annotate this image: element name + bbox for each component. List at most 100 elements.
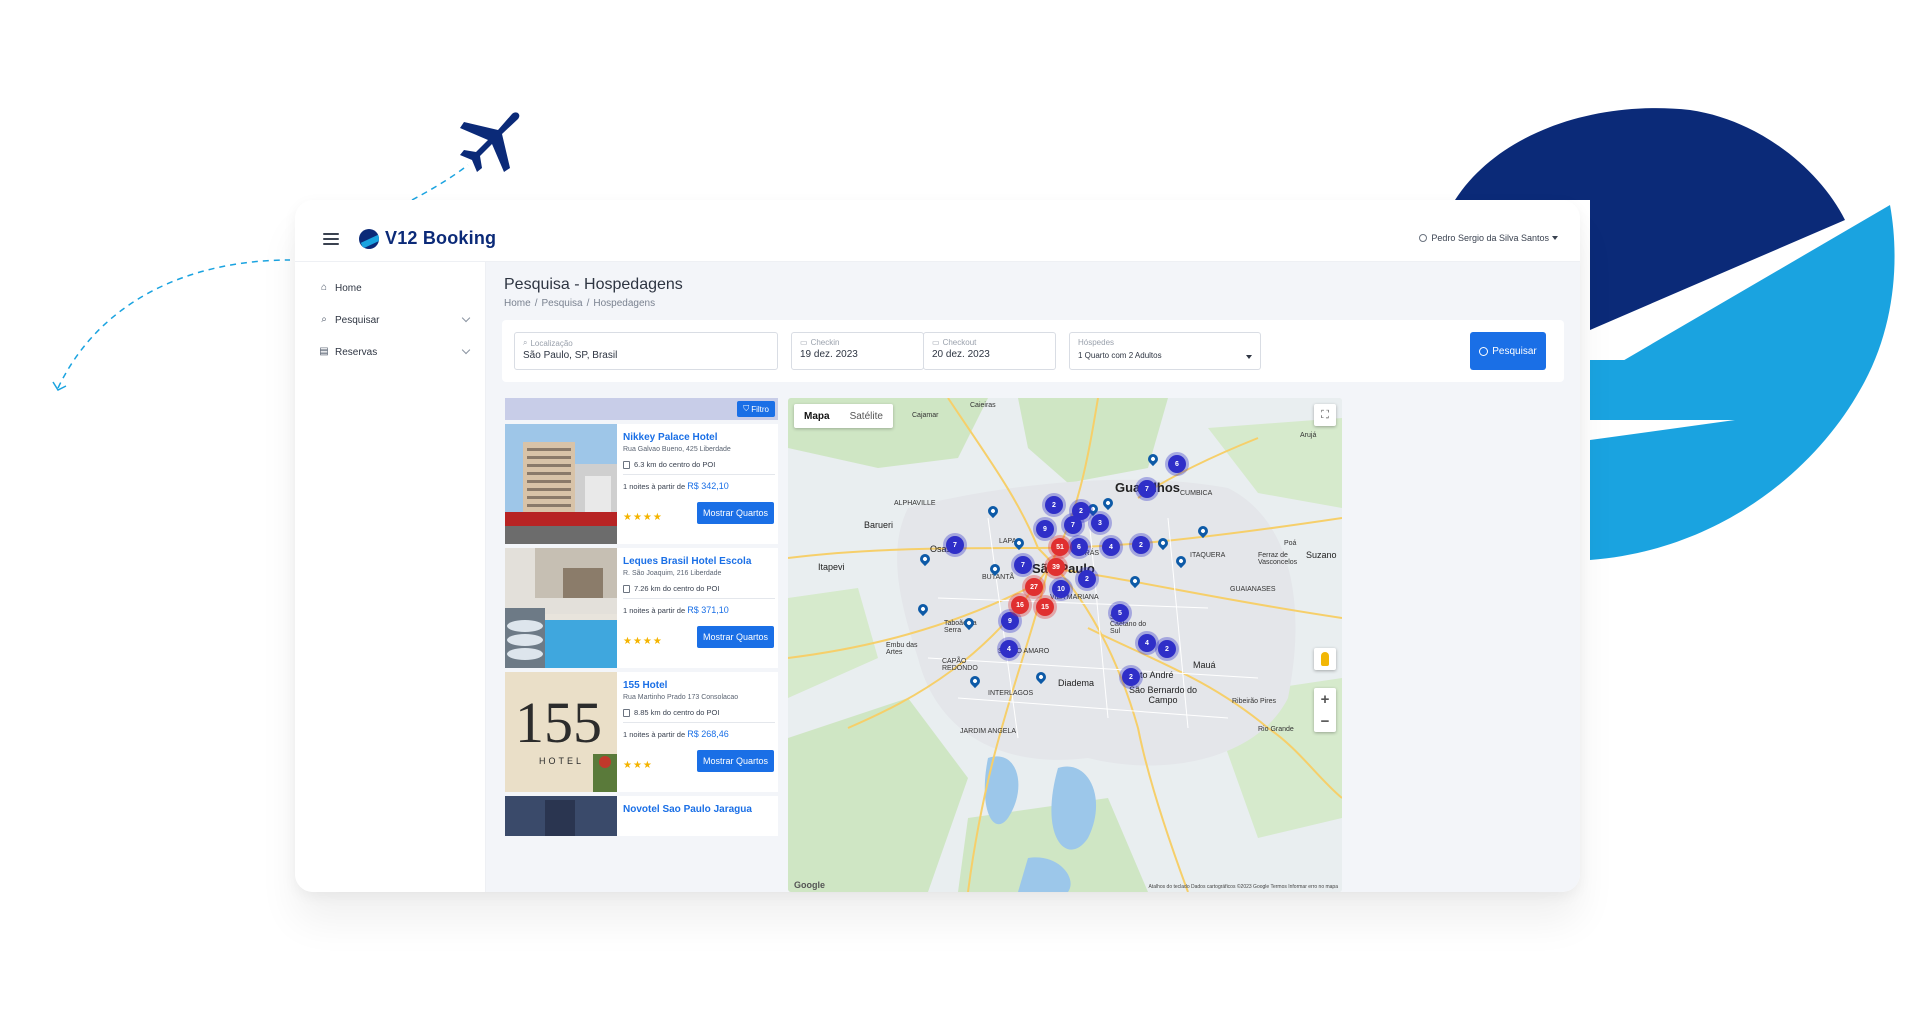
map-label: CUMBICA [1180, 490, 1213, 497]
cluster-marker[interactable]: 7 [1064, 516, 1082, 534]
map-label: Cajamar [912, 412, 939, 419]
map-label: BUTANTÃ [982, 574, 1015, 581]
building-icon [623, 584, 630, 593]
zoom-in-icon[interactable]: + [1314, 688, 1336, 710]
hotel-info: Nikkey Palace Hotel Rua Galvao Bueno, 42… [623, 432, 775, 491]
cluster-marker[interactable]: 6 [1070, 538, 1088, 556]
hotel-name[interactable]: Leques Brasil Hotel Escola [623, 556, 775, 567]
hotel-name[interactable]: Novotel Sao Paulo Jaragua [623, 804, 775, 815]
google-logo: Google [794, 880, 825, 890]
show-rooms-button[interactable]: Mostrar Quartos [697, 502, 774, 524]
location-value: São Paulo, SP, Brasil [523, 350, 618, 361]
guests-select[interactable]: Hóspedes 1 Quarto com 2 Adultos [1069, 332, 1261, 370]
show-rooms-button[interactable]: Mostrar Quartos [697, 750, 774, 772]
fullscreen-icon[interactable]: ⛶ [1314, 404, 1336, 426]
zoom-control: + − [1314, 688, 1336, 732]
breadcrumb-pesquisa[interactable]: Pesquisa [541, 298, 582, 309]
map-label: Embu das Artes [886, 642, 918, 656]
hotel-photo[interactable] [505, 424, 617, 544]
cluster-marker[interactable]: 4 [1138, 634, 1156, 652]
user-menu[interactable]: Pedro Sergio da Silva Santos [1419, 233, 1558, 243]
hotel-distance: 7.26 km do centro do POI [623, 584, 775, 599]
hotel-photo[interactable] [505, 548, 617, 668]
hotel-photo[interactable] [505, 796, 617, 836]
breadcrumb: Home / Pesquisa / Hospedagens [504, 298, 656, 309]
sidebar-item-home[interactable]: ⌂ Home [295, 272, 485, 304]
map-label: Rio Grande [1258, 726, 1294, 733]
guests-label: Hóspedes [1078, 338, 1115, 347]
show-rooms-button[interactable]: Mostrar Quartos [697, 626, 774, 648]
cluster-marker[interactable]: 7 [1014, 556, 1032, 574]
breadcrumb-home[interactable]: Home [504, 298, 531, 309]
cluster-marker[interactable]: 5 [1111, 604, 1129, 622]
map-label: Arujá [1300, 432, 1317, 439]
svg-text:HOTEL: HOTEL [539, 756, 584, 766]
caret-down-icon [1552, 236, 1558, 240]
zoom-out-icon[interactable]: − [1314, 710, 1336, 732]
cluster-marker[interactable]: 3 [1091, 514, 1109, 532]
map-label: Ferraz de Vasconcelos [1258, 552, 1298, 566]
hotel-name[interactable]: Nikkey Palace Hotel [623, 432, 775, 443]
cluster-marker[interactable]: 51 [1051, 538, 1069, 556]
cluster-marker[interactable]: 16 [1011, 596, 1029, 614]
map-label: GUAIANASES [1230, 586, 1276, 593]
hotel-address: Rua Martinho Prado 173 Consolacao [623, 694, 739, 701]
tab-mapa[interactable]: Mapa [794, 404, 840, 428]
cluster-marker[interactable]: 6 [1168, 455, 1186, 473]
star-rating: ★★★ [623, 760, 653, 771]
sidebar-item-label: Home [335, 282, 362, 294]
map-label: CAPÃO REDONDO [942, 658, 978, 672]
main-content: Pesquisa - Hospedagens Home / Pesquisa / Hos… [486, 262, 1580, 892]
map-label: ITAQUERA [1190, 552, 1226, 559]
list-item: Leques Brasil Hotel Escola R. São Joaqui… [505, 548, 778, 668]
cluster-marker[interactable]: 2 [1078, 570, 1096, 588]
cluster-marker[interactable]: 9 [1001, 612, 1019, 630]
price-prefix: 1 noites à partir de [623, 730, 686, 739]
hotel-address: R. São Joaquim, 216 Liberdade [623, 570, 722, 577]
cluster-marker[interactable]: 10 [1052, 580, 1070, 598]
app-logo[interactable]: V12 Booking [359, 228, 496, 249]
cluster-marker[interactable]: 2 [1045, 496, 1063, 514]
cluster-marker[interactable]: 39 [1047, 558, 1065, 576]
cluster-marker[interactable]: 2 [1158, 640, 1176, 658]
cluster-marker[interactable]: 7 [1138, 480, 1156, 498]
map-label: Poá [1284, 540, 1297, 547]
checkout-field[interactable]: ▭ Checkout 20 dez. 2023 [923, 332, 1056, 370]
map-label: ALPHAVILLE [894, 500, 936, 507]
cluster-marker[interactable]: 7 [946, 536, 964, 554]
checkin-field[interactable]: ▭ Checkin 19 dez. 2023 [791, 332, 924, 370]
pegman-icon[interactable] [1314, 648, 1336, 670]
sidebar-item-reservas[interactable]: ▤ Reservas [295, 336, 485, 368]
distance-text: 8.85 km do centro do POI [634, 708, 720, 717]
distance-text: 7.26 km do centro do POI [634, 584, 720, 593]
cluster-marker[interactable]: 27 [1025, 578, 1043, 596]
hotel-map[interactable]: Mapa Satélite ⛶ + − Guarulhos São Paulo … [788, 398, 1342, 892]
user-icon [1419, 234, 1428, 242]
cluster-marker[interactable]: 15 [1036, 598, 1054, 616]
cluster-marker[interactable]: 4 [1000, 640, 1018, 658]
star-rating: ★★★★ [623, 636, 663, 647]
caret-down-icon [1246, 355, 1252, 359]
map-attribution[interactable]: Atalhos do teclado Dados cartográficos ©… [1148, 884, 1338, 890]
map-tiles [788, 398, 1342, 892]
search-button[interactable]: Pesquisar [1470, 332, 1546, 370]
tab-satelite[interactable]: Satélite [840, 404, 893, 428]
location-field[interactable]: ⌕ Localização São Paulo, SP, Brasil [514, 332, 778, 370]
filter-button[interactable]: ⛉ Filtro [737, 401, 775, 417]
map-label: São Bernardo do Campo [1128, 685, 1198, 705]
hotel-price: 1 noites à partir de R$ 371,10 [623, 605, 775, 615]
checkout-value: 20 dez. 2023 [932, 349, 990, 360]
list-item: 155 HOTEL 155 Hotel Rua Martinho Prado 1… [505, 672, 778, 792]
hotel-info: Leques Brasil Hotel Escola R. São Joaqui… [623, 556, 775, 615]
menu-toggle-icon[interactable] [323, 233, 339, 245]
search-icon: ⌕ [321, 314, 327, 325]
cluster-marker[interactable]: 2 [1132, 536, 1150, 554]
map-label: Caieiras [970, 402, 996, 409]
cluster-marker[interactable]: 2 [1122, 668, 1140, 686]
cluster-marker[interactable]: 9 [1036, 520, 1054, 538]
hotel-name[interactable]: 155 Hotel [623, 680, 775, 691]
map-label: JARDIM ANGELA [960, 728, 1017, 735]
sidebar-item-pesquisar[interactable]: ⌕ Pesquisar [295, 304, 485, 336]
hotel-photo[interactable]: 155 HOTEL [505, 672, 617, 792]
cluster-marker[interactable]: 4 [1102, 538, 1120, 556]
